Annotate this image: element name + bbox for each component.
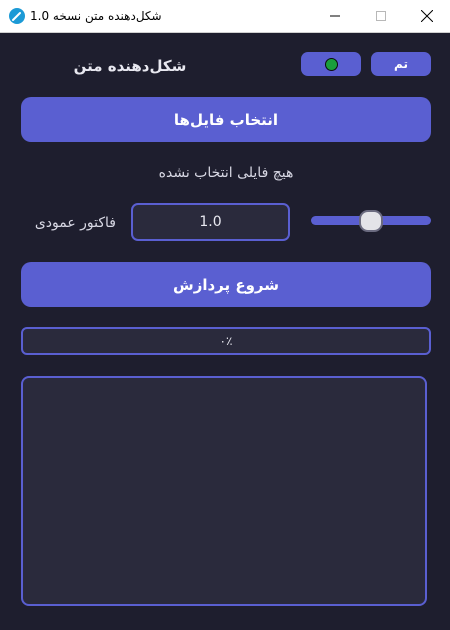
app-feather-icon <box>9 8 25 24</box>
select-files-button[interactable]: انتخاب فایل‌ها <box>21 97 431 142</box>
close-icon <box>421 10 433 22</box>
app-title: شکل‌دهنده متن <box>73 57 187 75</box>
close-button[interactable] <box>404 0 450 32</box>
log-textarea[interactable] <box>21 376 427 606</box>
minimize-icon <box>330 15 340 17</box>
vertical-factor-input[interactable]: 1.0 <box>131 203 290 241</box>
vertical-factor-label: فاکتور عمودی <box>34 215 116 231</box>
vertical-factor-slider[interactable] <box>311 210 431 232</box>
progress-bar: ۰٪ <box>21 327 431 355</box>
color-dot-icon <box>324 57 338 71</box>
start-processing-button[interactable]: شروع پردازش <box>21 262 431 307</box>
slider-thumb[interactable] <box>359 210 383 232</box>
minimize-button[interactable] <box>312 0 358 32</box>
theme-button[interactable]: تم <box>371 52 431 76</box>
maximize-icon <box>376 11 386 21</box>
window-title: شکل‌دهنده متن نسخه 1.0 <box>30 9 162 23</box>
main-panel: شکل‌دهنده متن تم انتخاب فایل‌ها هیچ فایل… <box>0 33 450 630</box>
maximize-button[interactable] <box>358 0 404 32</box>
file-status-text: هیچ فایلی انتخاب نشده <box>158 165 294 181</box>
progress-text: ۰٪ <box>219 334 233 348</box>
title-bar: شکل‌دهنده متن نسخه 1.0 <box>0 0 450 33</box>
color-button[interactable] <box>301 52 361 76</box>
